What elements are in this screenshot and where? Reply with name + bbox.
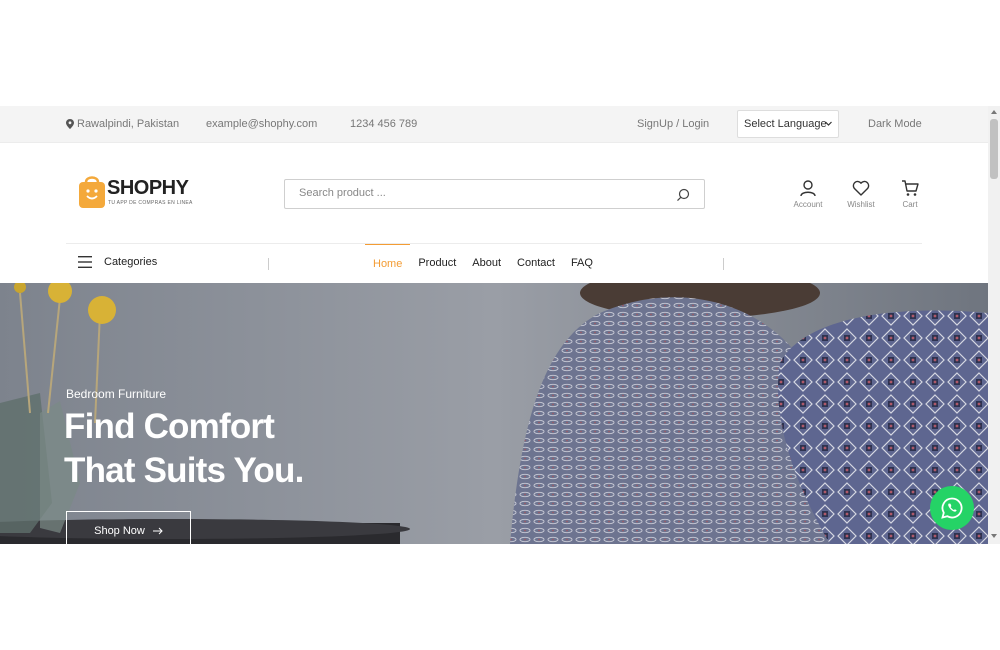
nav-item-about[interactable]: About [464, 244, 509, 283]
hero-title-line-2: That Suits You. [64, 451, 304, 490]
hero-subtitle: Bedroom Furniture [66, 387, 167, 401]
scroll-up-icon[interactable] [991, 109, 997, 114]
logo[interactable]: SHOPHY TU APP DE COMPRAS EN LINEA [78, 171, 218, 213]
top-bar: Rawalpindi, Pakistan example@shophy.com … [0, 106, 988, 143]
search-bar [284, 179, 705, 209]
signup-login-link[interactable]: SignUp / Login [637, 118, 709, 130]
phone-number[interactable]: 1234 456 789 [350, 118, 417, 130]
nav-item-home[interactable]: Home [365, 244, 411, 283]
arrow-right-icon [152, 527, 163, 535]
cart-icon [902, 180, 919, 196]
search-input[interactable] [299, 187, 659, 199]
chevron-down-icon [825, 121, 832, 126]
location: Rawalpindi, Pakistan [66, 118, 179, 130]
language-select[interactable]: Select Language [737, 110, 839, 138]
nav-item-faq[interactable]: FAQ [563, 244, 601, 283]
cart-label: Cart [902, 200, 918, 209]
dark-mode-toggle[interactable]: Dark Mode [868, 118, 922, 130]
whatsapp-button[interactable] [930, 486, 974, 530]
cart-button[interactable]: Cart [885, 179, 935, 209]
wishlist-label: Wishlist [847, 200, 875, 209]
scrollbar[interactable] [988, 106, 1000, 544]
whatsapp-icon [941, 497, 963, 519]
heart-icon [852, 180, 870, 196]
categories-label: Categories [104, 256, 158, 268]
browser-viewport: Rawalpindi, Pakistan example@shophy.com … [0, 106, 1000, 544]
main-header: SHOPHY TU APP DE COMPRAS EN LINEA Accoun… [0, 143, 988, 243]
wishlist-button[interactable]: Wishlist [836, 179, 886, 209]
logo-text: SHOPHY [107, 177, 189, 199]
hamburger-icon [78, 256, 92, 268]
nav-menu: Home Product About Contact FAQ [365, 244, 601, 283]
nav-item-contact[interactable]: Contact [509, 244, 563, 283]
email-link[interactable]: example@shophy.com [206, 118, 317, 130]
hero-title-line-1: Find Comfort [64, 407, 275, 446]
location-text: Rawalpindi, Pakistan [77, 118, 180, 130]
divider [268, 258, 269, 270]
nav-item-product[interactable]: Product [410, 244, 464, 283]
search-icon[interactable] [676, 188, 690, 202]
hero-title: Find Comfort That Suits You. [64, 405, 304, 493]
account-label: Account [793, 200, 823, 209]
account-button[interactable]: Account [783, 179, 833, 209]
location-pin-icon [66, 119, 74, 129]
main-nav: Categories Home Product About Contact FA… [66, 243, 922, 283]
shop-now-button[interactable]: Shop Now [66, 511, 191, 544]
shopping-bag-logo-icon [79, 176, 105, 208]
divider [723, 258, 724, 270]
logo-tagline: TU APP DE COMPRAS EN LINEA [108, 200, 193, 206]
user-icon [800, 180, 816, 197]
language-select-label: Select Language [744, 118, 827, 130]
categories-button[interactable]: Categories [78, 256, 157, 268]
shop-now-label: Shop Now [94, 525, 145, 537]
scrollbar-thumb[interactable] [990, 119, 998, 179]
hero-banner: Bedroom Furniture Find Comfort That Suit… [0, 283, 988, 544]
scroll-down-icon[interactable] [991, 534, 997, 539]
